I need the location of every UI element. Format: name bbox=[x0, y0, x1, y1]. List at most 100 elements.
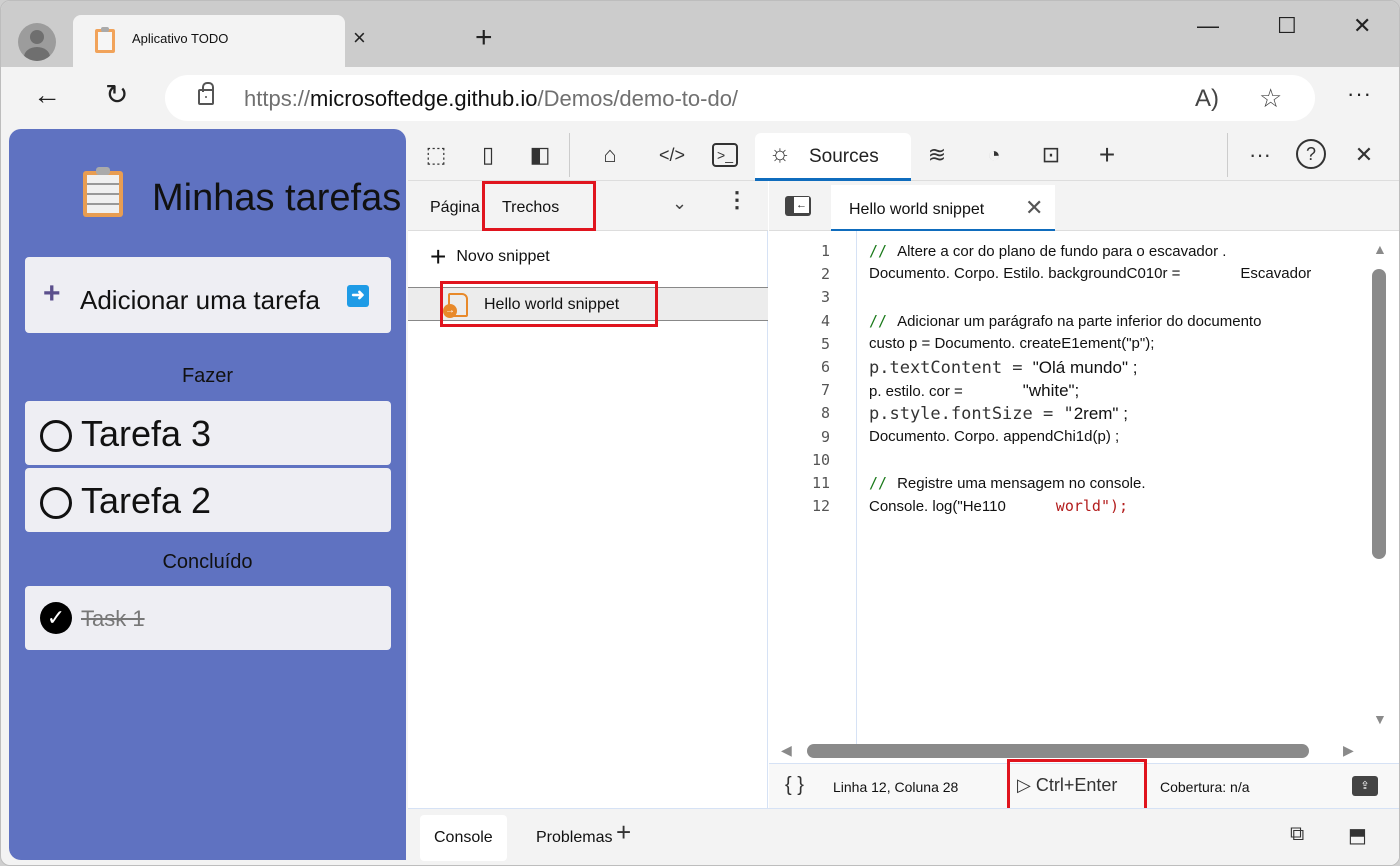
profile-avatar[interactable] bbox=[18, 23, 56, 61]
code-line[interactable]: Console. log("He110 world"); bbox=[869, 497, 1128, 515]
minimize-button[interactable]: — bbox=[1197, 15, 1219, 37]
line-gutter: 1 2 3 4 5 6 7 8 9 10 11 12 bbox=[769, 231, 857, 751]
devtools-panel: ⬚ ▯ ◧ ⌂ </> >_ ☼ Sources ≋ ◔ ⊡ + ··· ? ✕… bbox=[408, 129, 1399, 865]
read-aloud-icon[interactable]: A) bbox=[1195, 85, 1219, 113]
done-task-label: Task 1 bbox=[81, 606, 145, 631]
coverage-status: Cobertura: n/a bbox=[1160, 779, 1250, 795]
lock-icon[interactable] bbox=[198, 82, 214, 105]
tab-sources[interactable]: ☼ Sources bbox=[755, 133, 911, 181]
line-number: 6 bbox=[820, 358, 830, 376]
code-token: p.style.fontSize = " bbox=[869, 404, 1074, 425]
code-line[interactable]: Documento. Corpo. appendChi1d(p) ; bbox=[869, 428, 1119, 445]
scroll-up-icon[interactable]: ▲ bbox=[1373, 241, 1387, 257]
pretty-print-icon[interactable]: { } bbox=[785, 774, 804, 797]
url-text[interactable]: https://microsoftedge.github.io/Demos/de… bbox=[244, 86, 738, 112]
add-task-label: Adicionar uma tarefa bbox=[80, 285, 320, 315]
code-line[interactable]: // Altere a cor do plano de fundo para o … bbox=[869, 242, 1226, 260]
line-number: 5 bbox=[820, 334, 830, 353]
console-icon[interactable]: >_ bbox=[712, 143, 738, 167]
new-snippet-label: Novo snippet bbox=[456, 248, 550, 266]
maximize-button[interactable]: ☐ bbox=[1277, 15, 1297, 37]
done-task-item[interactable]: ✓ Task 1 bbox=[25, 586, 391, 650]
back-icon[interactable]: ← bbox=[33, 81, 61, 109]
welcome-home-icon[interactable]: ⌂ bbox=[594, 139, 626, 171]
add-task-button[interactable]: + Adicionar uma tarefa ➜ bbox=[25, 257, 391, 333]
close-tab-icon[interactable]: ✕ bbox=[1025, 195, 1043, 221]
code-line[interactable]: // Adicionar um parágrafo na parte inferi… bbox=[869, 312, 1261, 330]
code-line[interactable]: p. estilo. cor = "white"; bbox=[869, 381, 1079, 401]
new-snippet-button[interactable]: + Novo snippet bbox=[430, 241, 550, 273]
editor-tab[interactable]: Hello world snippet ✕ bbox=[831, 185, 1055, 231]
elements-icon[interactable]: </> bbox=[656, 139, 688, 171]
help-icon[interactable]: ? bbox=[1296, 139, 1326, 169]
devtools-toolbar: ⬚ ▯ ◧ ⌂ </> >_ ☼ Sources ≋ ◔ ⊡ + ··· ? ✕ bbox=[408, 129, 1399, 181]
scroll-down-icon[interactable]: ▼ bbox=[1373, 711, 1387, 727]
incomplete-circle-icon[interactable] bbox=[40, 487, 72, 519]
more-options-icon[interactable]: ··· bbox=[1244, 139, 1276, 171]
browser-tab[interactable]: Aplicativo TODO bbox=[73, 15, 345, 67]
toggle-navigator-icon[interactable] bbox=[785, 196, 811, 216]
memory-icon[interactable]: ⊡ bbox=[1035, 139, 1067, 171]
line-number: 2 bbox=[820, 265, 830, 284]
device-emulation-icon[interactable]: ▯ bbox=[472, 139, 504, 171]
undock-drawer-icon[interactable]: ⬒ bbox=[1348, 823, 1367, 848]
more-tools-plus-icon[interactable]: + bbox=[1091, 139, 1123, 171]
task-item[interactable]: Tarefa 2 bbox=[25, 468, 391, 532]
task-label: Tarefa 2 bbox=[81, 480, 212, 521]
code-token: p.textContent = bbox=[869, 358, 1033, 378]
code-line[interactable]: Documento. Corpo. Estilo. backgroundC010… bbox=[869, 265, 1311, 282]
line-number: 7 bbox=[820, 381, 830, 400]
drawer-tab-console[interactable]: Console bbox=[420, 815, 507, 861]
add-drawer-tab-icon[interactable]: + bbox=[616, 817, 631, 848]
close-devtools-icon[interactable]: ✕ bbox=[1348, 139, 1380, 171]
comment-marker: // bbox=[869, 474, 888, 492]
dock-drawer-icon[interactable]: ⧉ bbox=[1290, 823, 1304, 846]
scroll-right-icon[interactable]: ▶ bbox=[1343, 742, 1354, 759]
refresh-icon[interactable]: ↻ bbox=[105, 81, 128, 109]
submit-arrow-icon[interactable]: ➜ bbox=[347, 285, 369, 307]
sources-bug-icon: ☼ bbox=[769, 140, 791, 167]
new-tab-button[interactable]: + bbox=[475, 23, 493, 53]
clipboard-favicon-icon bbox=[95, 27, 115, 53]
scrollbar-thumb[interactable] bbox=[1372, 269, 1386, 559]
performance-icon[interactable]: ◔ bbox=[978, 139, 1010, 171]
line-number: 8 bbox=[820, 404, 830, 423]
code-value: "white"; bbox=[1022, 381, 1080, 401]
browser-menu-icon[interactable]: ··· bbox=[1347, 81, 1372, 107]
code-text: Adicionar um parágrafo na parte inferior… bbox=[897, 312, 1262, 330]
incomplete-circle-icon[interactable] bbox=[40, 420, 72, 452]
show-drawer-icon[interactable]: ⇪ bbox=[1352, 776, 1378, 796]
toolbar-divider bbox=[569, 133, 570, 177]
tab-close-icon[interactable]: × bbox=[353, 27, 366, 49]
done-heading: Concluído bbox=[162, 551, 253, 573]
line-number: 11 bbox=[811, 474, 830, 492]
comment-marker: // bbox=[869, 242, 888, 260]
close-window-button[interactable]: ✕ bbox=[1353, 15, 1371, 37]
code-line[interactable]: p.textContent = "Olá mundo" ; bbox=[869, 358, 1137, 378]
task-item[interactable]: Tarefa 3 bbox=[25, 401, 391, 465]
code-line[interactable]: custo p = Documento. createE1ement("p"); bbox=[869, 335, 1154, 352]
code-text: Registre uma mensagem no console. bbox=[897, 475, 1146, 492]
horizontal-scrollbar-thumb[interactable] bbox=[807, 744, 1309, 758]
vertical-scrollbar[interactable]: ▲ ▼ bbox=[1369, 241, 1387, 731]
address-bar: ← ↻ https://microsoftedge.github.io/Demo… bbox=[1, 67, 1399, 129]
inspect-icon[interactable]: ⬚ bbox=[420, 139, 452, 171]
drawer-tab-problems[interactable]: Problemas bbox=[522, 815, 626, 861]
editor-tab-label: Hello world snippet bbox=[849, 201, 985, 218]
app-title: Minhas tarefas bbox=[152, 177, 402, 219]
chevron-down-icon[interactable]: ⌄ bbox=[672, 193, 687, 214]
code-line[interactable]: p.style.fontSize = "2rem" ; bbox=[869, 404, 1128, 424]
devtools-drawer: Console Problemas + ⧉ ⬒ bbox=[408, 808, 1399, 865]
scroll-left-icon[interactable]: ◀ bbox=[781, 742, 792, 759]
dock-icon[interactable]: ◧ bbox=[524, 139, 556, 171]
favorite-star-icon[interactable]: ☆ bbox=[1259, 83, 1282, 114]
tab-page[interactable]: Página bbox=[430, 199, 480, 217]
cursor-position: Linha 12, Coluna 28 bbox=[833, 779, 959, 795]
navigator-pane: Página Trechos ⌄ ⋮ +Novo snippet Hello w… bbox=[408, 181, 768, 808]
code-line[interactable]: // Registre uma mensagem no console. bbox=[869, 474, 1146, 492]
network-icon[interactable]: ≋ bbox=[921, 139, 953, 171]
plus-icon: + bbox=[430, 241, 447, 272]
url-input[interactable]: https://microsoftedge.github.io/Demos/de… bbox=[165, 75, 1315, 121]
checkmark-icon[interactable]: ✓ bbox=[40, 602, 72, 634]
kebab-menu-icon[interactable]: ⋮ bbox=[726, 189, 748, 211]
